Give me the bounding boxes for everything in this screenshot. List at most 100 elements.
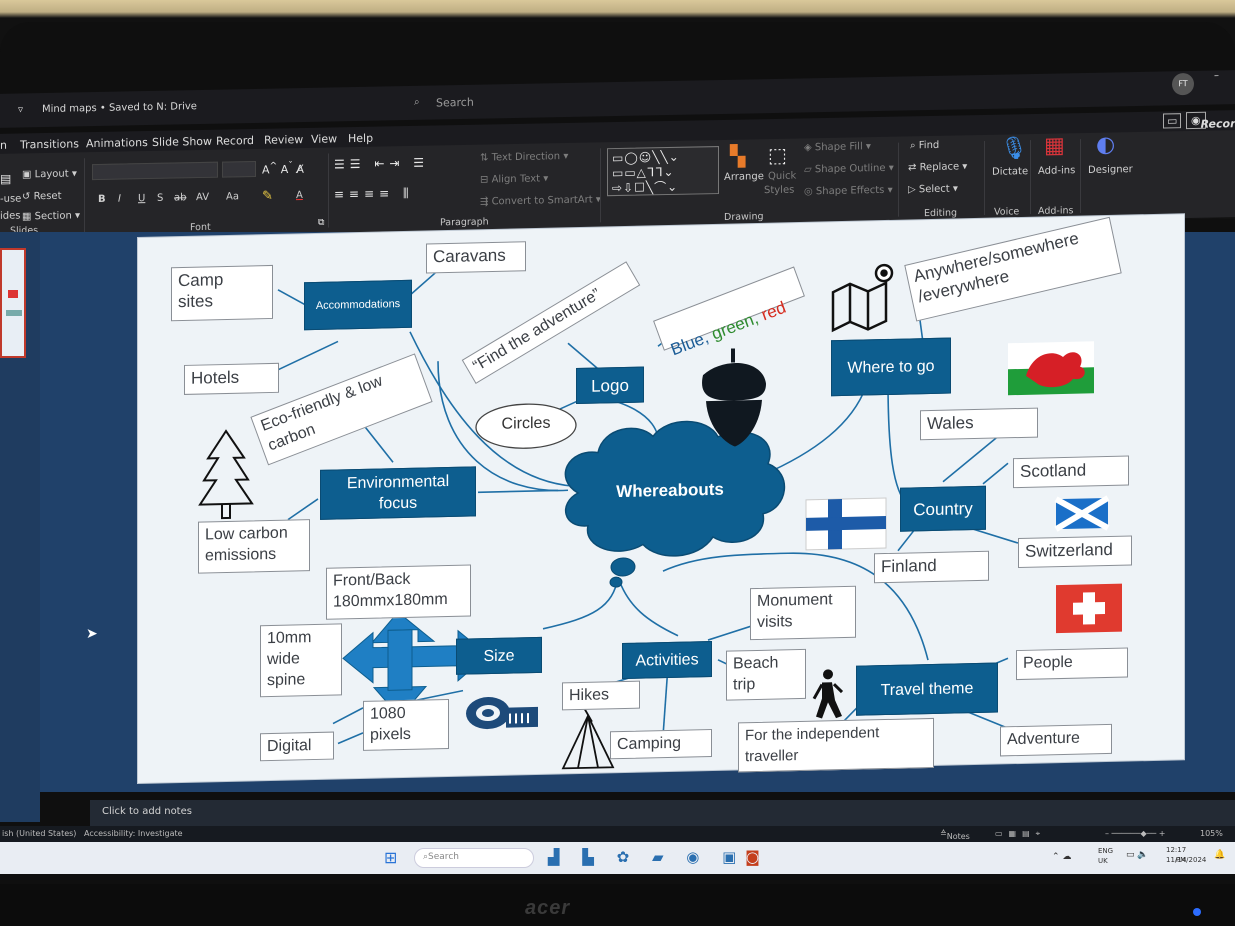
hikes-box[interactable]: Hikes <box>562 680 640 711</box>
people-box[interactable]: People <box>1016 647 1128 681</box>
quick-styles-icon[interactable]: ⬚ <box>768 143 787 167</box>
record-button[interactable]: ◉ Record <box>1186 111 1235 131</box>
camp-sites-box[interactable]: Camp sites <box>171 264 273 322</box>
notes-pane[interactable]: Click to add notes <box>90 800 1235 826</box>
strikethrough-button[interactable]: ab <box>174 192 186 203</box>
activities-box[interactable]: Activities <box>622 640 712 680</box>
front-back-box[interactable]: Front/Back 180mmx180mm <box>326 564 471 620</box>
where-to-go-box[interactable]: Where to go <box>831 337 951 397</box>
windows-start-icon[interactable]: ⊞ <box>384 848 397 867</box>
char-spacing-button[interactable]: AV <box>196 192 209 203</box>
designer-icon[interactable]: ◐ <box>1096 132 1115 157</box>
tab-review[interactable]: Review <box>264 133 303 147</box>
tab-transitions[interactable]: Transitions <box>20 137 79 151</box>
taskbar-apps-icon[interactable]: ▟ ▙ ✿ ▰ ◉ ▣ ◙ <box>548 848 760 866</box>
arrange-icon[interactable]: ▚ <box>730 144 745 168</box>
font-size-dropdown[interactable] <box>222 160 256 178</box>
switzerland-box[interactable]: Switzerland <box>1018 535 1132 569</box>
circles-label[interactable]: Circles <box>483 414 569 434</box>
shape-outline-button[interactable]: ▱ Shape Outline ▾ <box>804 163 894 176</box>
tab-view[interactable]: View <box>311 132 337 146</box>
user-avatar[interactable]: FT <box>1172 72 1194 96</box>
microphone-icon[interactable]: 🎙 <box>1000 136 1028 162</box>
monument-visits-box[interactable]: Monument visits <box>750 585 856 641</box>
zoom-level[interactable]: 105% <box>1200 829 1223 838</box>
accessibility-status[interactable]: Accessibility: Investigate <box>84 829 183 838</box>
adventure-box[interactable]: Adventure <box>1000 723 1112 757</box>
shadow-button[interactable]: S <box>157 193 163 204</box>
travel-theme-box[interactable]: Travel theme <box>856 662 998 716</box>
designer-button[interactable]: Designer <box>1088 164 1133 176</box>
font-name-dropdown[interactable] <box>92 161 218 181</box>
taskbar-search[interactable]: ⌕ Search <box>414 848 534 868</box>
shapes-gallery[interactable]: ▭◯☺╲╲⌄ ▭▭△ᒣᒣ⌄ ⇨⇩☐╲⌒⌄ <box>607 146 719 197</box>
pixels-box[interactable]: 1080 pixels <box>363 698 449 751</box>
logo-box[interactable]: Logo <box>576 366 644 405</box>
notification-icon[interactable]: 🔔 <box>1214 850 1225 860</box>
reset-button[interactable]: ↺ Reset <box>22 191 62 203</box>
view-buttons-icon[interactable]: ▭▦▤⌖ <box>995 829 1046 839</box>
tab-slide-show[interactable]: Slide Show <box>152 135 212 149</box>
dictate-button[interactable]: Dictate <box>992 166 1028 178</box>
tray-icons[interactable]: ▭ 🔈 <box>1126 850 1149 860</box>
find-button[interactable]: ⌕ Find <box>910 140 939 152</box>
reuse-slides-label[interactable]: -use <box>0 193 21 204</box>
country-box[interactable]: Country <box>900 485 986 532</box>
slide-canvas[interactable]: Whereabouts Camp sites Accommodations Ca… <box>138 214 1184 783</box>
independent-traveller-box[interactable]: For the independent traveller <box>738 717 934 773</box>
whereabouts-cloud[interactable] <box>564 419 785 588</box>
spine-box[interactable]: 10mm wide spine <box>260 623 342 698</box>
zoom-slider[interactable]: – ──────◆── + <box>1105 829 1165 838</box>
digital-box[interactable]: Digital <box>260 731 334 762</box>
text-direction-button[interactable]: ⇅ Text Direction ▾ <box>480 151 568 164</box>
addins-button[interactable]: Add-ins <box>1038 165 1075 177</box>
styles-label[interactable]: Styles <box>764 185 794 197</box>
tab-help[interactable]: Help <box>348 132 373 145</box>
arrange-button[interactable]: Arrange <box>724 171 764 183</box>
new-slide-icon[interactable]: ▤ <box>0 172 11 186</box>
notes-placeholder[interactable]: Click to add notes <box>102 806 192 817</box>
minimize-icon[interactable]: – <box>1214 70 1219 81</box>
notes-toggle[interactable]: ≙ Notes <box>940 829 970 841</box>
slide-thumbnail[interactable] <box>0 248 26 358</box>
tab-record[interactable]: Record <box>216 134 254 148</box>
environmental-focus-box[interactable]: Environmental focus <box>320 466 476 520</box>
size-box[interactable]: Size <box>456 636 542 675</box>
language-status[interactable]: ish (United States) <box>2 829 76 838</box>
file-title[interactable]: Mind maps • Saved to N: Drive <box>42 101 197 115</box>
shape-effects-button[interactable]: ◎ Shape Effects ▾ <box>804 185 893 198</box>
italic-button[interactable]: I <box>118 194 121 205</box>
change-case-button[interactable]: Aa <box>226 191 239 202</box>
tab-animations[interactable]: Animations <box>86 136 148 150</box>
search-icon[interactable]: ⌕ <box>414 97 420 108</box>
replace-button[interactable]: ⇄ Replace ▾ <box>908 161 967 173</box>
quick-access-chevron-icon[interactable]: ▿ <box>18 104 23 115</box>
finland-box[interactable]: Finland <box>874 550 989 584</box>
tab-home-partial[interactable]: n <box>0 139 7 152</box>
tray-chevron-icon[interactable]: ⌃ ☁ <box>1052 852 1071 862</box>
underline-button[interactable]: U <box>138 193 145 204</box>
hotels-box[interactable]: Hotels <box>184 362 279 395</box>
convert-smartart-button[interactable]: ⇶ Convert to SmartArt ▾ <box>480 194 601 207</box>
scotland-box[interactable]: Scotland <box>1013 455 1129 489</box>
list-buttons-icon[interactable]: ☰☰ ⇤⇥ ☰ <box>334 156 429 172</box>
wales-box[interactable]: Wales <box>920 407 1038 441</box>
comments-icon[interactable]: ▭ <box>1163 113 1182 129</box>
beach-trip-box[interactable]: Beach trip <box>726 648 806 701</box>
select-button[interactable]: ▷ Select ▾ <box>908 183 958 195</box>
font-color-button[interactable]: A <box>296 190 303 201</box>
quick-label[interactable]: Quick <box>768 171 796 183</box>
layout-button[interactable]: ▣ Layout ▾ <box>22 168 77 180</box>
align-text-button[interactable]: ⊟ Align Text ▾ <box>480 173 548 185</box>
search-box[interactable]: Search <box>436 96 474 110</box>
low-carbon-box[interactable]: Low carbon emissions <box>198 519 310 574</box>
caravans-box[interactable]: Caravans <box>426 241 526 274</box>
highlighter-icon[interactable]: ✎ <box>262 189 273 204</box>
increase-font-icon[interactable]: A^ Aˇ A̸ <box>262 160 304 176</box>
alignment-buttons-icon[interactable]: ≡≡≡≡ ⫼ <box>334 186 414 203</box>
shape-fill-button[interactable]: ◈ Shape Fill ▾ <box>804 141 871 153</box>
center-topic-label[interactable]: Whereabouts <box>590 479 750 503</box>
addins-grid-icon[interactable]: ▦ <box>1044 133 1065 158</box>
bold-button[interactable]: B <box>98 194 106 205</box>
section-button[interactable]: ▦ Section ▾ <box>22 210 80 222</box>
